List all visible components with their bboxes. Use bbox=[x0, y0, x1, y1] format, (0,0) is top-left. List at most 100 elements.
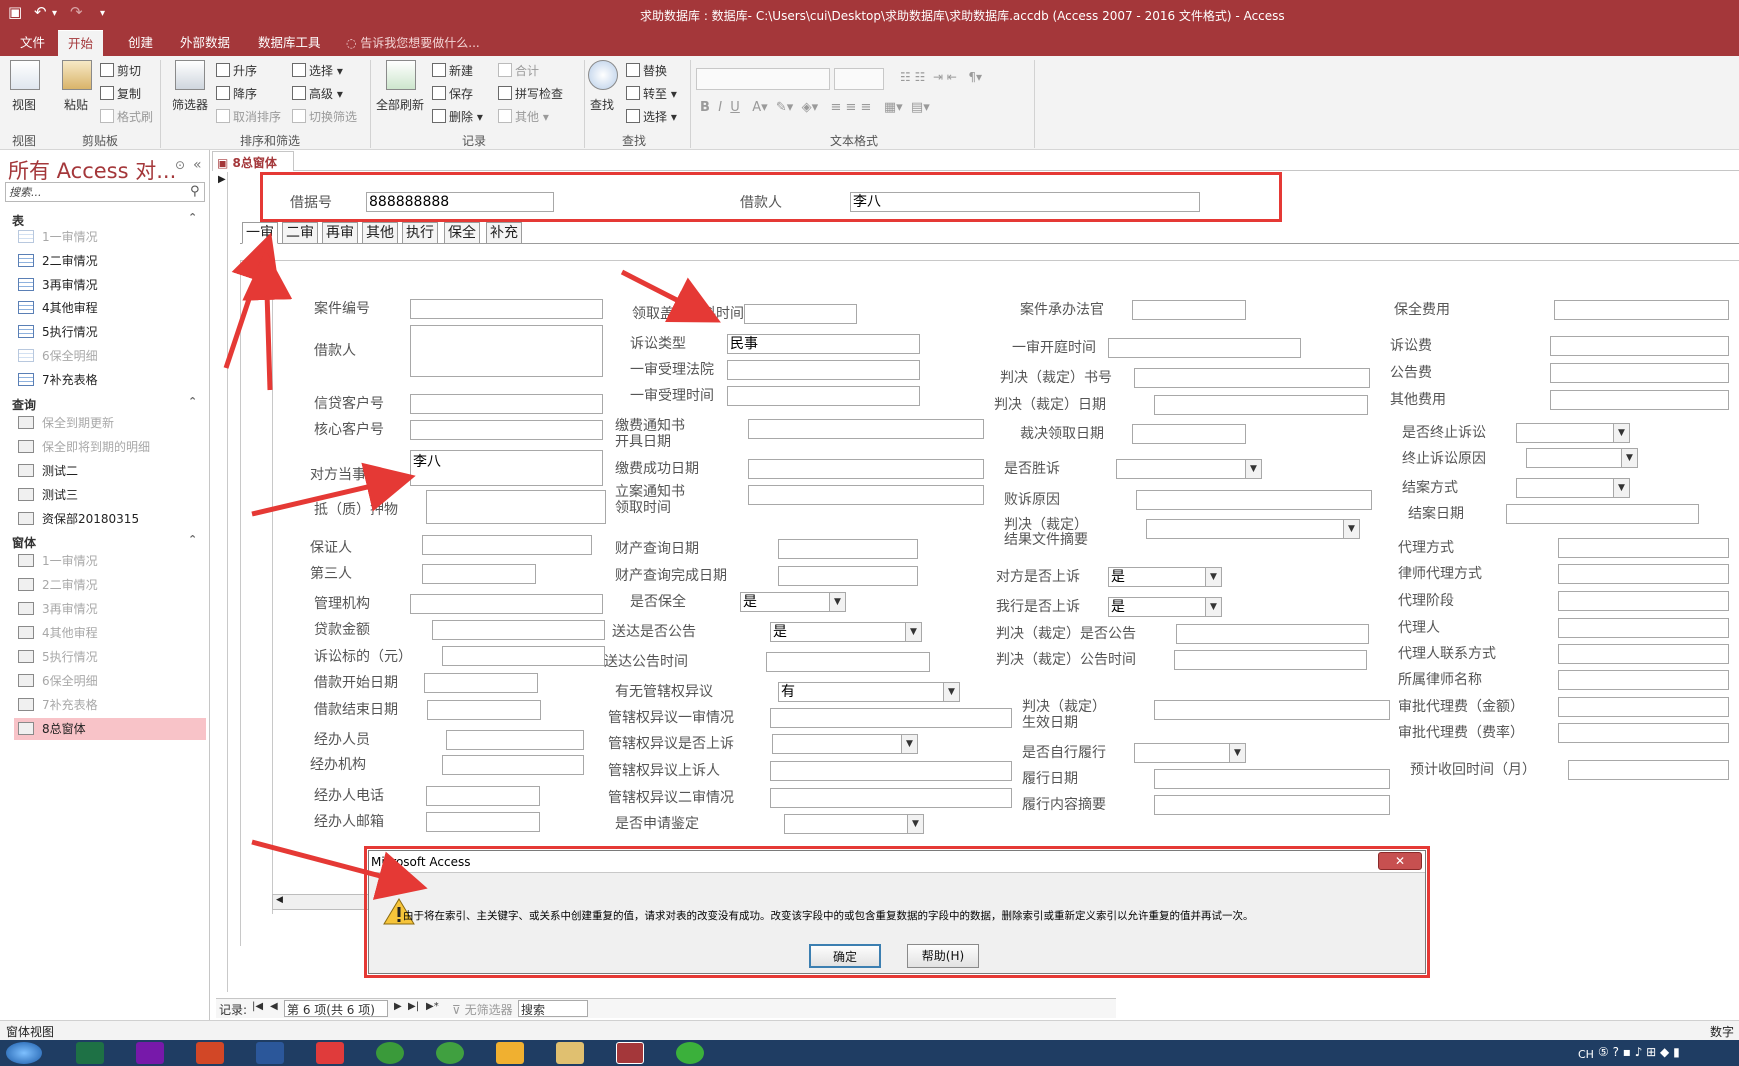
fee-paid-field[interactable] bbox=[748, 459, 984, 479]
effective-date-field[interactable] bbox=[1154, 700, 1390, 720]
agent-stage-field[interactable] bbox=[1558, 591, 1729, 611]
undo-dropdown-icon[interactable]: ▾ bbox=[52, 8, 57, 19]
form-tab-supplement[interactable]: 补充 bbox=[486, 222, 522, 244]
no-filter-indicator[interactable]: ⊽ 无筛选器 bbox=[452, 1001, 513, 1018]
fee-notice-field[interactable] bbox=[748, 419, 984, 439]
nav-table-item[interactable]: 3再审情况 bbox=[14, 274, 206, 296]
verdict-date-field[interactable] bbox=[1154, 395, 1368, 415]
approve-fee-rate-field[interactable] bbox=[1558, 723, 1729, 743]
loan-start-field[interactable] bbox=[424, 673, 538, 693]
view-button[interactable]: 视图 bbox=[12, 96, 36, 113]
nav-query-item[interactable]: 测试三 bbox=[14, 484, 206, 506]
loan-end-field[interactable] bbox=[427, 700, 541, 720]
form-tab-execution[interactable]: 执行 bbox=[402, 222, 438, 244]
agent-field[interactable] bbox=[1558, 618, 1729, 638]
nav-search-input[interactable]: 搜索... bbox=[5, 182, 205, 202]
nav-query-item[interactable]: 资保部20180315 bbox=[14, 508, 206, 530]
record-selector[interactable]: ▶ bbox=[216, 172, 228, 992]
selection-button[interactable]: 选择 ▾ bbox=[292, 62, 343, 79]
refresh-icon[interactable] bbox=[386, 60, 416, 90]
pledge-field[interactable] bbox=[426, 490, 606, 524]
record-position-box[interactable]: 第 6 项(共 6 项) bbox=[284, 1000, 388, 1017]
ime-indicator[interactable]: CH bbox=[1578, 1048, 1594, 1061]
sort-descending-button[interactable]: 降序 bbox=[216, 85, 257, 102]
nav-form-item-selected[interactable]: 8总窗体 bbox=[14, 718, 206, 740]
dropdown-arrow-icon[interactable]: ▼ bbox=[1621, 449, 1637, 467]
dropdown-arrow-icon[interactable]: ▼ bbox=[943, 683, 959, 701]
announce-time-field[interactable] bbox=[766, 652, 930, 672]
handler-phone-field[interactable] bbox=[426, 786, 540, 806]
browser-icon[interactable] bbox=[436, 1042, 464, 1064]
form-tab-second-instance[interactable]: 二审 bbox=[282, 222, 318, 244]
tab-external-data[interactable]: 外部数据 bbox=[170, 30, 240, 56]
law-firm-field[interactable] bbox=[1558, 670, 1729, 690]
preserve-combo[interactable]: 是 ▼ bbox=[740, 592, 846, 612]
save-icon[interactable]: ▣ bbox=[8, 3, 22, 21]
dropdown-arrow-icon[interactable]: ▼ bbox=[1245, 460, 1261, 478]
nav-category-queries[interactable]: 查询 ⌃ bbox=[12, 395, 197, 413]
lose-reason-field[interactable] bbox=[1136, 490, 1372, 510]
tab-file[interactable]: 文件 bbox=[10, 30, 55, 56]
tab-create[interactable]: 创建 bbox=[118, 30, 163, 56]
delete-record-button[interactable]: 删除 ▾ bbox=[432, 108, 483, 125]
start-button-icon[interactable] bbox=[6, 1042, 42, 1064]
form-tab-retrial[interactable]: 再审 bbox=[322, 222, 358, 244]
appraisal-combo[interactable]: ▼ bbox=[784, 814, 924, 834]
nav-table-item[interactable]: 4其他审程 bbox=[14, 297, 206, 319]
nav-form-item[interactable]: 1一审情况 bbox=[14, 550, 206, 572]
hearing-field[interactable] bbox=[1108, 338, 1301, 358]
nav-query-item[interactable]: 测试二 bbox=[14, 460, 206, 482]
borrower-header-field[interactable]: 李八 bbox=[850, 192, 1200, 212]
nav-menu-chevron-icon[interactable]: ⊙ bbox=[175, 158, 185, 172]
lawsuit-fee-field[interactable] bbox=[1550, 336, 1729, 356]
self-perform-combo[interactable]: ▼ bbox=[1134, 743, 1246, 763]
goto-button[interactable]: 转至 ▾ bbox=[626, 85, 677, 102]
funnel-icon[interactable] bbox=[175, 60, 205, 90]
tab-home[interactable]: 开始 bbox=[58, 30, 104, 56]
paste-icon[interactable] bbox=[62, 60, 92, 90]
prop-query-done-field[interactable] bbox=[778, 566, 918, 586]
our-appeal-combo[interactable]: 是 ▼ bbox=[1108, 597, 1222, 617]
nav-table-item[interactable]: 1一审情况 bbox=[14, 226, 206, 248]
handler-org-field[interactable] bbox=[442, 755, 584, 775]
tab-database-tools[interactable]: 数据库工具 bbox=[248, 30, 331, 56]
replace-button[interactable]: 替换 bbox=[626, 62, 667, 79]
word-icon[interactable] bbox=[256, 1042, 284, 1064]
find-button[interactable]: 查找 bbox=[590, 96, 614, 113]
seal-time-field[interactable] bbox=[744, 304, 857, 324]
xmind-icon[interactable] bbox=[316, 1042, 344, 1064]
paste-button[interactable]: 粘贴 bbox=[64, 96, 88, 113]
other-fee-field[interactable] bbox=[1550, 390, 1729, 410]
receipt-no-field[interactable]: 888888888 bbox=[366, 192, 554, 212]
nav-table-item[interactable]: 6保全明细 bbox=[14, 345, 206, 367]
green-app-icon[interactable] bbox=[376, 1042, 404, 1064]
verdict-announce-field[interactable] bbox=[1176, 624, 1369, 644]
first-record-icon[interactable]: |◀ bbox=[252, 1001, 263, 1012]
expected-recovery-field[interactable] bbox=[1568, 760, 1729, 780]
dropdown-arrow-icon[interactable]: ▼ bbox=[829, 593, 845, 611]
sort-ascending-button[interactable]: 升序 bbox=[216, 62, 257, 79]
nav-query-item[interactable]: 保全即将到期的明细 bbox=[14, 436, 206, 458]
nav-table-item[interactable]: 5执行情况 bbox=[14, 321, 206, 343]
dropdown-arrow-icon[interactable]: ▼ bbox=[1229, 744, 1245, 762]
nav-table-item[interactable]: 2二审情况 bbox=[14, 250, 206, 272]
announce-combo[interactable]: 是 ▼ bbox=[770, 622, 922, 642]
new-record-nav-icon[interactable]: ▶* bbox=[426, 1001, 439, 1012]
dropdown-arrow-icon[interactable]: ▼ bbox=[1205, 598, 1221, 616]
verdict-no-field[interactable] bbox=[1134, 368, 1370, 388]
next-record-icon[interactable]: ▶ bbox=[394, 1001, 402, 1012]
notes-icon[interactable] bbox=[496, 1042, 524, 1064]
dropdown-arrow-icon[interactable]: ▼ bbox=[1613, 479, 1629, 497]
agent-contact-field[interactable] bbox=[1558, 644, 1729, 664]
folder-icon[interactable] bbox=[556, 1042, 584, 1064]
dropdown-arrow-icon[interactable]: ▼ bbox=[901, 735, 917, 753]
onenote-icon[interactable] bbox=[136, 1042, 164, 1064]
new-record-button[interactable]: 新建 bbox=[432, 62, 473, 79]
advanced-button[interactable]: 高级 ▾ bbox=[292, 85, 343, 102]
claim-amount-field[interactable] bbox=[442, 646, 605, 666]
excel-icon[interactable] bbox=[76, 1042, 104, 1064]
result-summary-combo[interactable]: ▼ bbox=[1146, 519, 1360, 539]
verdict-collect-field[interactable] bbox=[1132, 424, 1246, 444]
court-field[interactable] bbox=[727, 360, 920, 380]
nav-form-item[interactable]: 5执行情况 bbox=[14, 646, 206, 668]
